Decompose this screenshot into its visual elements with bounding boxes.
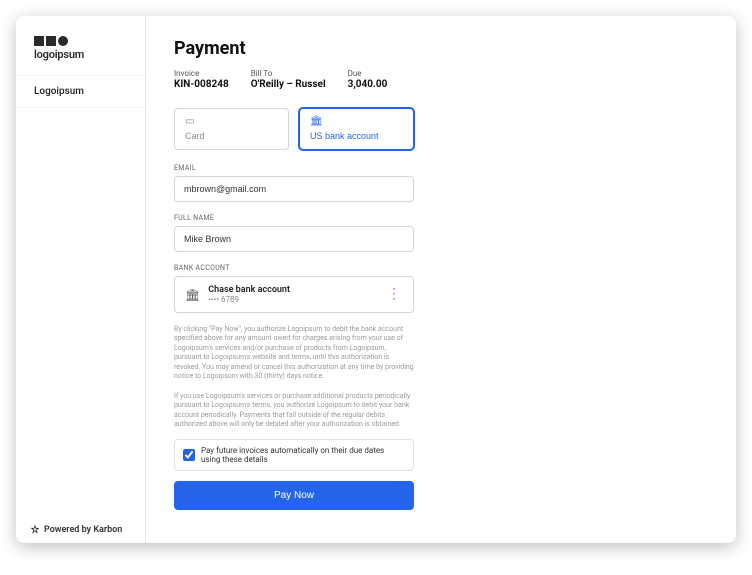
sidebar: logoipsum Logoipsum Powered by Karbon [16,16,146,543]
card-icon: ▭ [185,117,194,127]
fullname-group: FULL NAME [174,214,414,252]
org-row[interactable]: Logoipsum [16,75,145,108]
payment-method-tabs: ▭ Card 🏛 US bank account [174,108,414,150]
meta-due-value: 3,040.00 [348,79,388,90]
meta-invoice-value: KIN-008248 [174,79,229,90]
karbon-icon [30,525,40,535]
method-card-button[interactable]: ▭ Card [174,108,289,150]
email-group: EMAIL [174,164,414,202]
fullname-field[interactable] [174,226,414,252]
bank-name: Chase bank account [208,285,377,295]
bank-texts: Chase bank account •••• 6789 [208,285,377,304]
app-window: logoipsum Logoipsum Powered by Karbon Pa… [16,16,736,543]
brand-logo: logoipsum [16,16,145,75]
meta-invoice: Invoice KIN-008248 [174,69,229,90]
legal-p2: If you use Logoipsum's services or purch… [174,392,414,430]
pay-now-button[interactable]: Pay Now [174,481,414,510]
meta-billto-label: Bill To [251,69,326,78]
bank-building-icon: 🏛 [185,288,200,302]
meta-billto-value: O'Reilly – Russel [251,79,326,90]
bank-kebab-icon[interactable]: ⋮ [385,287,403,302]
brand-name: logoipsum [34,48,127,61]
invoice-meta: Invoice KIN-008248 Bill To O'Reilly – Ru… [174,69,708,90]
autopay-label: Pay future invoices automatically on the… [201,446,405,464]
meta-billto: Bill To O'Reilly – Russel [251,69,326,90]
legal-p1: By clicking "Pay Now", you authorize Log… [174,325,414,382]
meta-due-label: Due [348,69,388,78]
bank-label: BANK ACCOUNT [174,264,414,272]
email-label: EMAIL [174,164,414,172]
powered-by: Powered by Karbon [30,525,122,535]
meta-invoice-label: Invoice [174,69,229,78]
email-field[interactable] [174,176,414,202]
bank-last4: •••• 6789 [208,295,377,304]
bank-icon: 🏛 [310,117,323,127]
autopay-checkbox[interactable] [183,449,195,461]
method-bank-label: US bank account [310,131,379,141]
bank-group: BANK ACCOUNT 🏛 Chase bank account •••• 6… [174,264,414,313]
method-card-label: Card [185,131,205,141]
fullname-label: FULL NAME [174,214,414,222]
main-panel: Payment Invoice KIN-008248 Bill To O'Rei… [146,16,736,543]
powered-by-text: Powered by Karbon [44,525,122,535]
autopay-row[interactable]: Pay future invoices automatically on the… [174,439,414,471]
page-title: Payment [174,38,708,59]
meta-due: Due 3,040.00 [348,69,388,90]
bank-account-row[interactable]: 🏛 Chase bank account •••• 6789 ⋮ [174,276,414,313]
logo-squares-icon [34,36,127,46]
method-bank-button[interactable]: 🏛 US bank account [299,108,414,150]
